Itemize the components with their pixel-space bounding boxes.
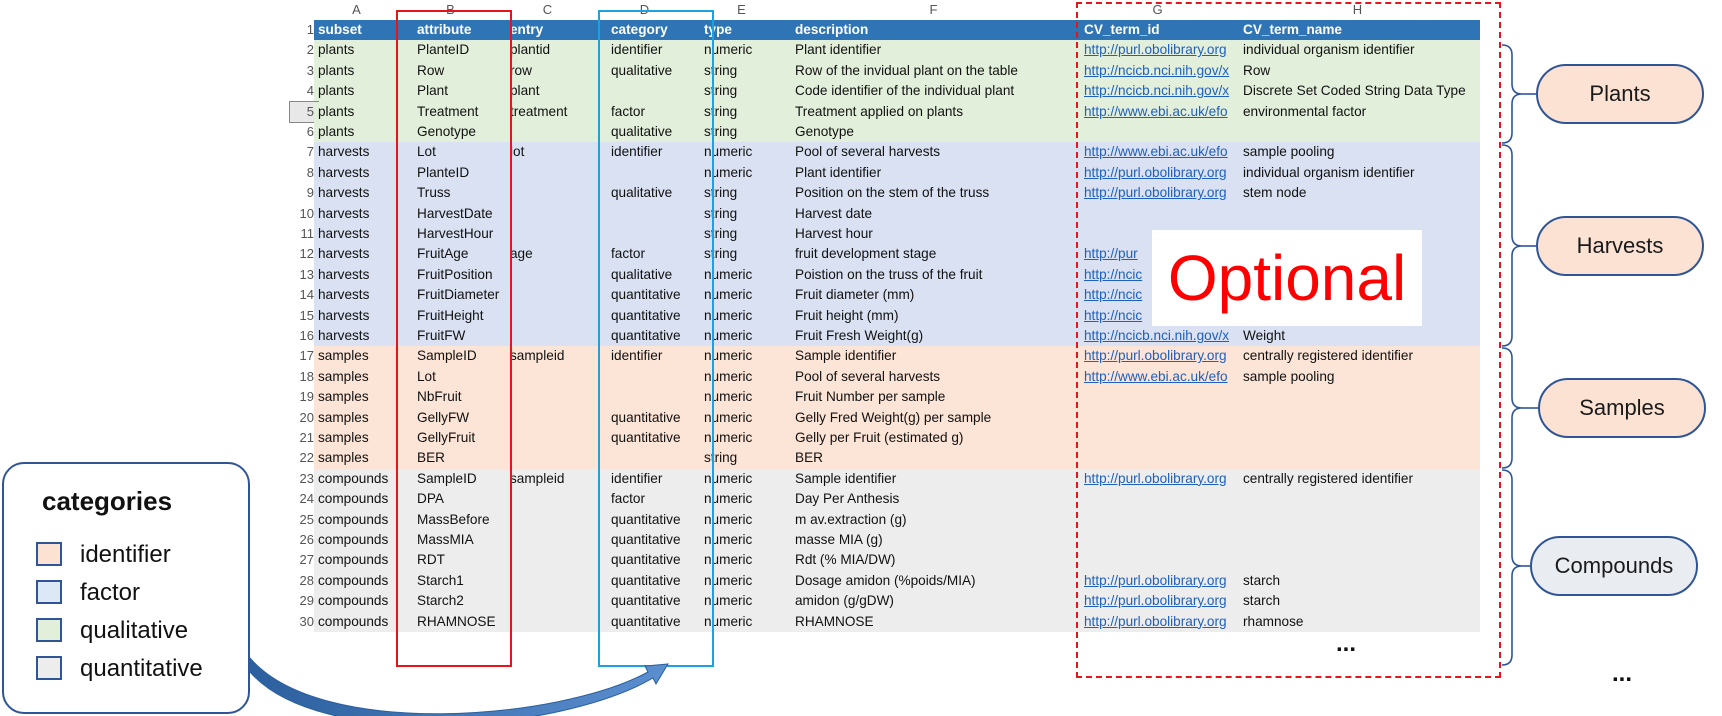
arrow-body (249, 656, 669, 716)
legend-to-category-arrow (249, 656, 669, 716)
